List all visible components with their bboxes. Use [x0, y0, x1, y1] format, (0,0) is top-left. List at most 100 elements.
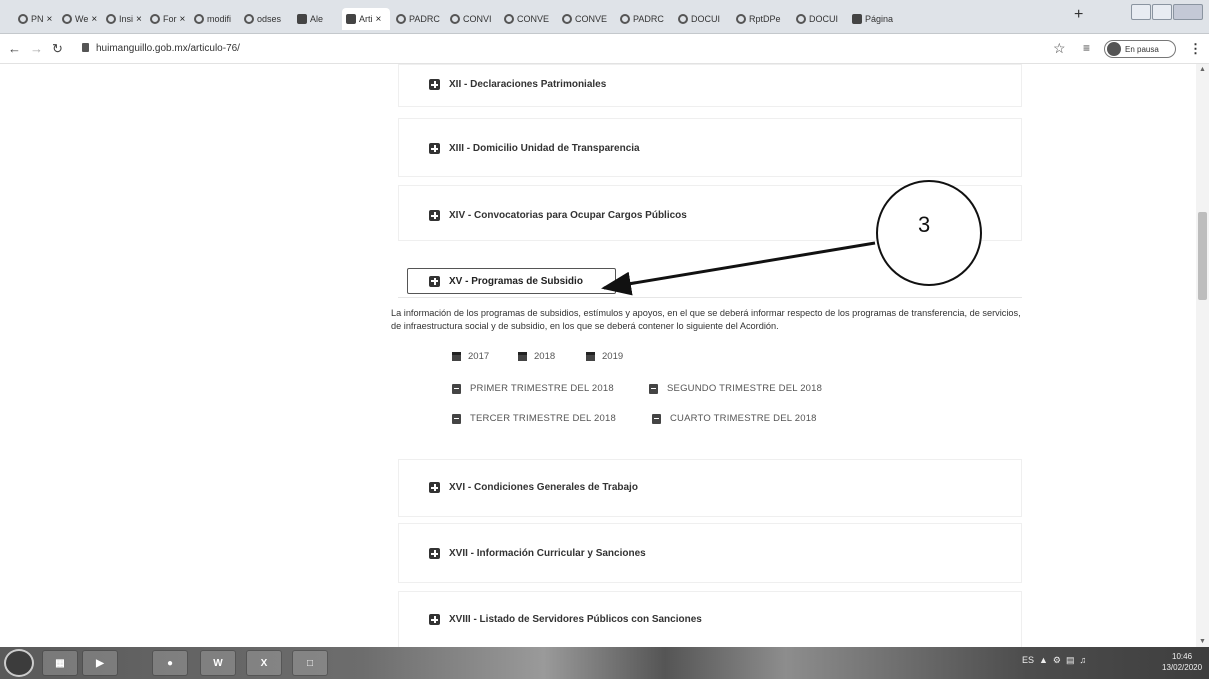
- reading-list-icon[interactable]: ≡: [1083, 41, 1090, 55]
- tab-8[interactable]: PADRC: [396, 8, 444, 30]
- tab-5[interactable]: odses: [244, 8, 290, 30]
- globe-icon: [18, 14, 28, 24]
- explorer-taskbar-icon[interactable]: ▦: [42, 650, 78, 676]
- system-tray: ES ▲ ⚙ ▤ ♫: [1022, 655, 1087, 665]
- section-xviii[interactable]: XVIII - Listado de Servidores Públicos c…: [398, 591, 1022, 647]
- forward-icon[interactable]: →: [30, 41, 43, 56]
- tab-6[interactable]: Ale: [297, 8, 339, 30]
- scroll-up-icon[interactable]: ▲: [1199, 66, 1206, 73]
- tab-title: odses: [257, 14, 282, 24]
- globe-icon: [62, 14, 72, 24]
- tab-title: CONVE: [517, 14, 550, 24]
- window-controls: [1131, 4, 1203, 20]
- folder-taskbar-icon[interactable]: □: [292, 650, 328, 676]
- document-link[interactable]: TERCER TRIMESTRE DEL 2018: [452, 413, 616, 424]
- clock-time: 10:46: [1172, 652, 1193, 661]
- section-xv-button[interactable]: XV - Programas de Subsidio: [407, 268, 616, 294]
- globe-icon: [620, 14, 630, 24]
- page-content: XII - Declaraciones Patrimoniales XIII -…: [0, 64, 1196, 647]
- clock-date: 13/02/2020: [1162, 663, 1203, 672]
- close-icon[interactable]: ×: [136, 14, 142, 25]
- tab-15[interactable]: DOCUI: [796, 8, 848, 30]
- tab-2[interactable]: Insi ×: [106, 8, 146, 30]
- section-xvi[interactable]: XVI - Condiciones Generales de Trabajo: [398, 459, 1022, 517]
- maximize-button[interactable]: [1151, 4, 1172, 20]
- tab-title: DOCUI: [809, 14, 838, 24]
- section-title: XVIII - Listado de Servidores Públicos c…: [449, 614, 702, 625]
- globe-icon: [450, 14, 460, 24]
- calendar-icon: [452, 352, 461, 361]
- media-taskbar-icon[interactable]: ▶: [82, 650, 118, 676]
- app-letter: W: [213, 657, 223, 669]
- excel-taskbar-icon[interactable]: X: [246, 650, 282, 676]
- section-title: XII - Declaraciones Patrimoniales: [449, 79, 607, 90]
- expand-icon: [429, 79, 440, 90]
- tab-11[interactable]: CONVE: [562, 8, 614, 30]
- tab-7-active[interactable]: Arti ×: [342, 8, 390, 30]
- globe-icon: [396, 14, 406, 24]
- tab-title: Ale: [310, 14, 324, 24]
- new-tab-button[interactable]: +: [1074, 6, 1083, 24]
- document-label: PRIMER TRIMESTRE DEL 2018: [470, 383, 614, 394]
- document-label: CUARTO TRIMESTRE DEL 2018: [670, 413, 817, 424]
- tab-1[interactable]: We ×: [62, 8, 102, 30]
- tab-10[interactable]: CONVE: [504, 8, 556, 30]
- year-link-2019[interactable]: 2019: [586, 351, 623, 362]
- document-link[interactable]: SEGUNDO TRIMESTRE DEL 2018: [649, 383, 822, 394]
- tab-14[interactable]: RptDPe: [736, 8, 790, 30]
- reload-icon[interactable]: ↻: [52, 41, 63, 57]
- lock-icon: [82, 43, 89, 52]
- tab-3[interactable]: For ×: [150, 8, 190, 30]
- globe-icon: [678, 14, 688, 24]
- taskbar: ▦ ▶ ● W X □ ES ▲ ⚙ ▤ ♫ 10:46 13/02/2020: [0, 647, 1209, 679]
- year-label: 2019: [602, 351, 624, 362]
- globe-icon: [106, 14, 116, 24]
- clock[interactable]: 10:46 13/02/2020: [1162, 651, 1202, 673]
- section-xvii[interactable]: XVII - Información Curricular y Sancione…: [398, 523, 1022, 583]
- year-link-2018[interactable]: 2018: [518, 351, 555, 362]
- word-taskbar-icon[interactable]: W: [200, 650, 236, 676]
- tab-title: PN: [31, 14, 44, 24]
- expand-icon: [429, 614, 440, 625]
- profile-button[interactable]: En pausa: [1104, 40, 1176, 58]
- document-link[interactable]: CUARTO TRIMESTRE DEL 2018: [652, 413, 817, 424]
- tab-16[interactable]: Página: [852, 8, 908, 30]
- tab-13[interactable]: DOCUI: [678, 8, 730, 30]
- minimize-button[interactable]: [1131, 4, 1151, 20]
- menu-icon[interactable]: ⋮: [1189, 41, 1202, 57]
- globe-icon: [736, 14, 746, 24]
- tab-9[interactable]: CONVI: [450, 8, 498, 30]
- document-link[interactable]: PRIMER TRIMESTRE DEL 2018: [452, 383, 614, 394]
- globe-icon: [194, 14, 204, 24]
- section-xiii[interactable]: XIII - Domicilio Unidad de Transparencia: [398, 118, 1022, 177]
- close-icon[interactable]: ×: [180, 14, 186, 25]
- close-icon[interactable]: ×: [47, 14, 53, 25]
- document-icon: [452, 413, 461, 424]
- window-close-button[interactable]: [1172, 4, 1203, 20]
- year-label: 2018: [534, 351, 556, 362]
- bookmark-star-icon[interactable]: ☆: [1053, 40, 1066, 57]
- year-link-2017[interactable]: 2017: [452, 351, 489, 362]
- close-icon[interactable]: ×: [91, 14, 97, 25]
- app-letter: X: [260, 657, 268, 669]
- chrome-taskbar-icon[interactable]: ●: [152, 650, 188, 676]
- scrollbar-thumb[interactable]: [1198, 212, 1207, 300]
- section-xii[interactable]: XII - Declaraciones Patrimoniales: [398, 64, 1022, 107]
- close-icon[interactable]: ×: [376, 14, 382, 25]
- profile-label: En pausa: [1125, 44, 1159, 54]
- scrollbar[interactable]: ▲ ▼: [1196, 64, 1209, 647]
- calendar-icon: [518, 352, 527, 361]
- tab-0[interactable]: PN ×: [18, 8, 58, 30]
- back-icon[interactable]: ←: [8, 41, 21, 56]
- language-indicator[interactable]: ES: [1022, 655, 1034, 665]
- section-title: XVI - Condiciones Generales de Trabajo: [449, 482, 638, 493]
- tab-4[interactable]: modifi: [194, 8, 240, 30]
- document-icon: [649, 383, 658, 394]
- start-button[interactable]: [4, 649, 34, 677]
- url-field[interactable]: huimanguillo.gob.mx/articulo-76/: [96, 43, 240, 54]
- tab-12[interactable]: PADRC: [620, 8, 672, 30]
- document-icon: [652, 413, 661, 424]
- avatar: [1107, 42, 1121, 56]
- scroll-down-icon[interactable]: ▼: [1199, 638, 1206, 645]
- page-icon: [346, 14, 356, 24]
